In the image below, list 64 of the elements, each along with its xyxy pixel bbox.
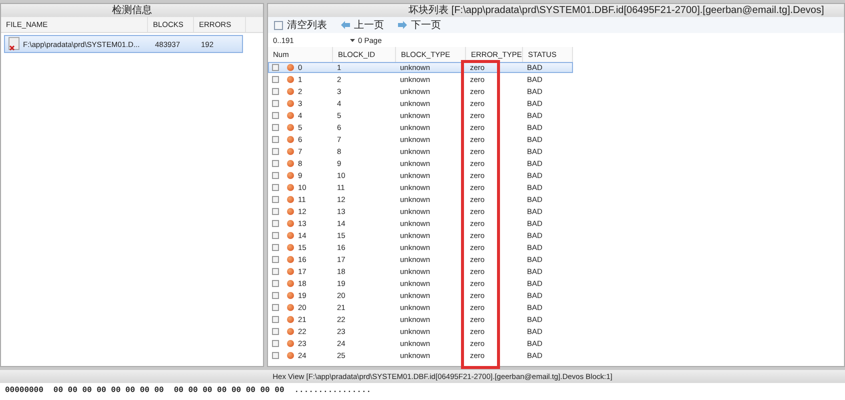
row-checkbox[interactable] bbox=[272, 172, 279, 179]
toolbar-button[interactable]: 下一页 bbox=[398, 18, 441, 32]
error-dot-icon bbox=[287, 136, 294, 143]
error-dot-icon bbox=[287, 292, 294, 299]
hex-bytes: 00 00 00 00 00 00 00 00 bbox=[53, 386, 164, 396]
row-checkbox[interactable] bbox=[272, 232, 279, 239]
error-dot-icon bbox=[287, 328, 294, 335]
hex-offset: 00000000 bbox=[5, 386, 44, 396]
error-dot-icon bbox=[287, 316, 294, 323]
row-checkbox[interactable] bbox=[272, 124, 279, 131]
row-checkbox[interactable] bbox=[272, 100, 279, 107]
row-checkbox[interactable] bbox=[272, 208, 279, 215]
error-dot-icon bbox=[287, 148, 294, 155]
error-dot-icon bbox=[287, 352, 294, 359]
file-error-icon bbox=[8, 37, 21, 51]
error-dot-icon bbox=[287, 268, 294, 275]
row-checkbox[interactable] bbox=[272, 76, 279, 83]
row-checkbox[interactable] bbox=[272, 196, 279, 203]
error-dot-icon bbox=[287, 64, 294, 71]
row-checkbox[interactable] bbox=[272, 316, 279, 323]
row-checkbox[interactable] bbox=[272, 160, 279, 167]
row-checkbox[interactable] bbox=[272, 292, 279, 299]
panel-title: 坏块列表 [F:\app\pradata\prd\SYSTEM01.DBF.id[06495F21-2700].[geerban@email.tg].Devos] bbox=[268, 4, 844, 17]
error-dot-icon bbox=[287, 100, 294, 107]
error-dot-icon bbox=[287, 172, 294, 179]
error-dot-icon bbox=[287, 280, 294, 287]
error-dot-icon bbox=[287, 196, 294, 203]
row-checkbox[interactable] bbox=[272, 136, 279, 143]
error-dot-icon bbox=[287, 244, 294, 251]
toolbar-button[interactable]: 清空列表 bbox=[274, 18, 327, 32]
error-dot-icon bbox=[287, 160, 294, 167]
row-checkbox[interactable] bbox=[272, 184, 279, 191]
row-checkbox[interactable] bbox=[272, 112, 279, 119]
error-dot-icon bbox=[287, 304, 294, 311]
hex-bytes: 00 00 00 00 00 00 00 00 bbox=[174, 386, 284, 396]
row-checkbox[interactable] bbox=[272, 268, 279, 275]
panel-title: 检测信息 bbox=[1, 4, 263, 17]
right-arrow-icon bbox=[398, 21, 407, 29]
error-dot-icon bbox=[287, 232, 294, 239]
row-checkbox[interactable] bbox=[272, 244, 279, 251]
row-checkbox[interactable] bbox=[272, 220, 279, 227]
caret-icon bbox=[350, 38, 355, 42]
row-checkbox[interactable] bbox=[272, 352, 279, 359]
row-checkbox[interactable] bbox=[272, 88, 279, 95]
error-dot-icon bbox=[287, 76, 294, 83]
error-dot-icon bbox=[287, 112, 294, 119]
error-dot-icon bbox=[287, 124, 294, 131]
row-checkbox[interactable] bbox=[272, 328, 279, 335]
checkbox-icon bbox=[274, 20, 283, 30]
error-dot-icon bbox=[287, 184, 294, 191]
row-checkbox[interactable] bbox=[272, 256, 279, 263]
row-checkbox[interactable] bbox=[272, 340, 279, 347]
row-checkbox[interactable] bbox=[272, 304, 279, 311]
error-dot-icon bbox=[287, 88, 294, 95]
toolbar-button[interactable]: 上一页 bbox=[341, 18, 384, 32]
error-dot-icon bbox=[287, 340, 294, 347]
row-checkbox[interactable] bbox=[272, 64, 279, 71]
row-checkbox[interactable] bbox=[272, 280, 279, 287]
left-arrow-icon bbox=[341, 21, 350, 29]
error-dot-icon bbox=[287, 220, 294, 227]
hex-ascii: ................ bbox=[294, 386, 372, 396]
error-dot-icon bbox=[287, 256, 294, 263]
error-dot-icon bbox=[287, 208, 294, 215]
row-checkbox[interactable] bbox=[272, 148, 279, 155]
